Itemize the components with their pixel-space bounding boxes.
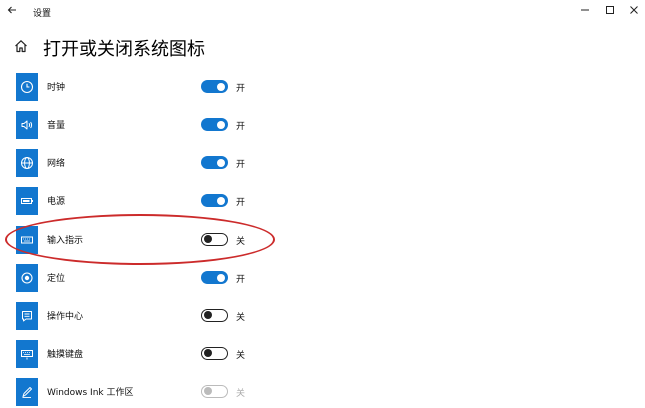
title-bar: 设置 bbox=[0, 0, 645, 24]
toggle-knob bbox=[217, 120, 225, 129]
setting-row-volume: 音量 开 bbox=[0, 111, 645, 141]
page-title: 打开或关闭系统图标 bbox=[43, 39, 205, 60]
location-icon bbox=[21, 272, 33, 284]
network-globe-icon bbox=[21, 157, 33, 169]
setting-label: 操作中心 bbox=[47, 312, 84, 322]
toggle-state-label: 关 bbox=[236, 313, 246, 323]
toggle-state-label: 开 bbox=[236, 160, 246, 170]
icon-tile bbox=[16, 264, 38, 292]
window-title: 设置 bbox=[33, 9, 52, 19]
minimize-button[interactable] bbox=[575, 2, 595, 18]
action-center-icon bbox=[22, 311, 32, 322]
battery-icon bbox=[21, 198, 33, 204]
toggle-state-label: 开 bbox=[236, 275, 246, 285]
toggle-switch-clock[interactable] bbox=[201, 80, 228, 93]
toggle-state-label: 关 bbox=[236, 351, 246, 361]
setting-label: 音量 bbox=[47, 121, 66, 131]
icon-tile bbox=[16, 378, 38, 406]
touch-keyboard-icon bbox=[21, 350, 33, 360]
toggle-knob bbox=[217, 82, 225, 91]
icon-tile bbox=[16, 302, 38, 330]
toggle-state-label: 关 bbox=[236, 389, 246, 399]
toggle-switch-action-center[interactable] bbox=[201, 309, 228, 322]
clock-icon bbox=[20, 80, 34, 94]
maximize-button[interactable] bbox=[600, 2, 620, 18]
volume-icon bbox=[21, 120, 33, 130]
setting-row-power: 电源 开 bbox=[0, 187, 645, 217]
toggle-switch-touch-keyboard[interactable] bbox=[201, 347, 228, 360]
toggle-switch-volume[interactable] bbox=[201, 118, 228, 131]
pen-icon bbox=[22, 387, 32, 398]
setting-row-location: 定位 开 bbox=[0, 264, 645, 294]
minimize-icon bbox=[581, 9, 589, 11]
icon-tile bbox=[16, 187, 38, 215]
setting-row-touch-keyboard: 触摸键盘 关 bbox=[0, 340, 645, 370]
toggle-knob bbox=[204, 387, 212, 396]
setting-row-network: 网络 开 bbox=[0, 149, 645, 179]
maximize-icon bbox=[606, 6, 614, 14]
setting-row-windows-ink: Windows Ink 工作区 关 bbox=[0, 378, 645, 408]
icon-tile bbox=[16, 340, 38, 368]
icon-tile bbox=[16, 73, 38, 101]
page-header: 打开或关闭系统图标 bbox=[0, 32, 645, 62]
back-button[interactable] bbox=[4, 2, 20, 18]
home-icon[interactable] bbox=[14, 39, 28, 53]
back-arrow-icon bbox=[7, 6, 16, 14]
toggle-knob bbox=[204, 349, 212, 358]
close-icon bbox=[630, 6, 638, 14]
setting-label: 定位 bbox=[47, 274, 66, 284]
toggle-knob bbox=[204, 311, 212, 320]
setting-label: 触摸键盘 bbox=[47, 350, 84, 360]
toggle-state-label: 开 bbox=[236, 84, 246, 94]
highlight-ellipse bbox=[5, 214, 275, 265]
toggle-state-label: 开 bbox=[236, 198, 246, 208]
toggle-switch-power[interactable] bbox=[201, 194, 228, 207]
icon-tile bbox=[16, 149, 38, 177]
toggle-knob bbox=[217, 196, 225, 205]
close-button[interactable] bbox=[624, 2, 644, 18]
toggle-switch-windows-ink[interactable] bbox=[201, 385, 228, 398]
setting-label: 网络 bbox=[47, 159, 66, 169]
toggle-switch-network[interactable] bbox=[201, 156, 228, 169]
toggle-state-label: 开 bbox=[236, 122, 246, 132]
toggle-knob bbox=[217, 158, 225, 167]
setting-label: 电源 bbox=[47, 197, 66, 207]
setting-label: Windows Ink 工作区 bbox=[47, 388, 134, 398]
icon-tile bbox=[16, 111, 38, 139]
setting-row-action-center: 操作中心 关 bbox=[0, 302, 645, 332]
toggle-knob bbox=[217, 273, 225, 282]
setting-row-clock: 时钟 开 bbox=[0, 73, 645, 103]
toggle-switch-location[interactable] bbox=[201, 271, 228, 284]
setting-label: 时钟 bbox=[47, 83, 66, 93]
